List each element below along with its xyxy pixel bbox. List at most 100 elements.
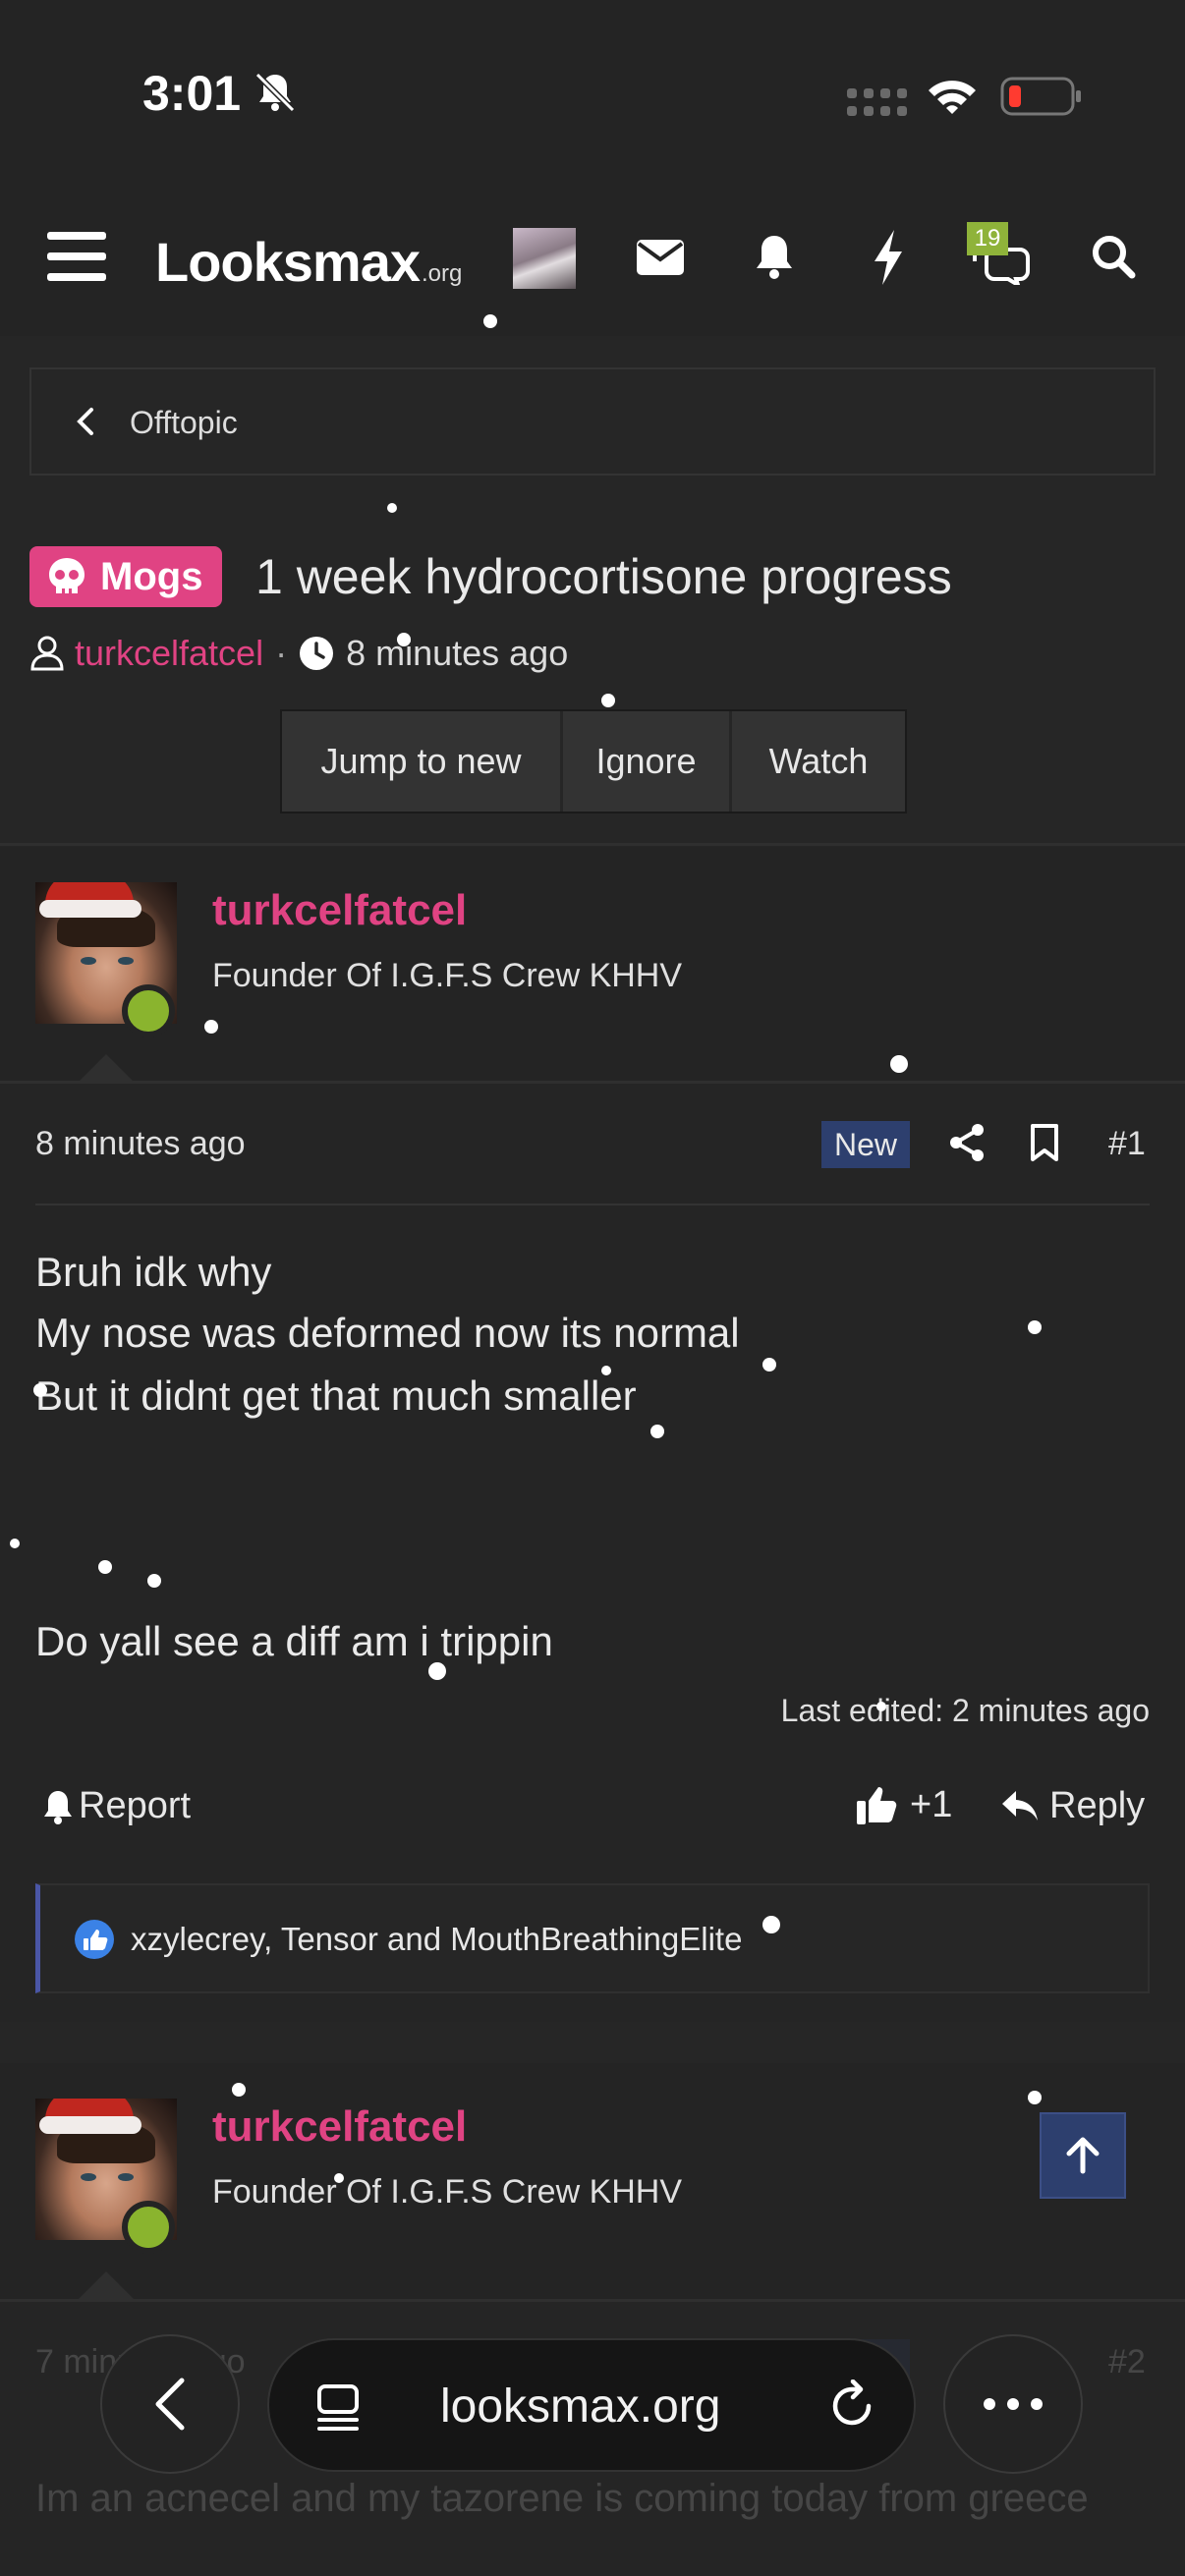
tabs-icon[interactable] xyxy=(314,2383,364,2433)
post-user-panel: turkcelfatcel Founder Of I.G.F.S Crew KH… xyxy=(0,847,1185,1081)
bell-icon[interactable] xyxy=(753,232,796,281)
bell-slash-icon xyxy=(254,72,296,113)
browser-back-button[interactable] xyxy=(100,2334,240,2474)
snow-particle xyxy=(762,1916,780,1933)
like-button[interactable]: +1 xyxy=(855,1783,952,1826)
snow-particle xyxy=(650,1425,664,1438)
chevron-left-icon xyxy=(155,2378,185,2431)
chevron-left-icon xyxy=(77,408,93,435)
snow-particle xyxy=(890,1055,908,1073)
post-user-panel: turkcelfatcel Founder Of I.G.F.S Crew KH… xyxy=(0,2063,1185,2299)
thread-meta: turkcelfatcel · 8 minutes ago xyxy=(29,629,568,678)
post-username[interactable]: turkcelfatcel xyxy=(212,2102,467,2152)
browser-more-button[interactable] xyxy=(943,2334,1083,2474)
ignore-button[interactable]: Ignore xyxy=(563,711,732,812)
breadcrumb-label: Offtopic xyxy=(130,405,238,440)
snow-particle xyxy=(33,1383,47,1397)
post-user-title: Founder Of I.G.F.S Crew KHHV xyxy=(212,957,683,994)
scroll-to-top-button[interactable] xyxy=(1040,2112,1126,2199)
conversations-badge: 19 xyxy=(967,222,1008,255)
meta-separator: · xyxy=(275,633,288,673)
reply-label: Reply xyxy=(1049,1785,1146,1826)
post-text-line: My nose was deformed now its normal xyxy=(35,1310,740,1356)
bolt-icon[interactable] xyxy=(871,230,906,285)
watch-button[interactable]: Watch xyxy=(732,711,905,812)
snow-particle xyxy=(147,1574,161,1588)
snow-particle xyxy=(204,1020,218,1034)
thread-prefix-label: Mogs xyxy=(100,554,203,598)
logo-tld: .org xyxy=(422,260,463,287)
online-status-dot xyxy=(122,2201,175,2254)
snow-particle xyxy=(232,2083,246,2097)
snow-particle xyxy=(483,314,497,328)
like-reaction-icon xyxy=(75,1920,114,1959)
snow-particle xyxy=(10,1539,20,1548)
snow-particle xyxy=(601,1366,611,1375)
reply-button[interactable]: Reply xyxy=(1000,1785,1145,1827)
url-text: looksmax.org xyxy=(440,2380,721,2433)
post-user-title: Founder Of I.G.F.S Crew KHHV xyxy=(212,2173,683,2211)
post-username[interactable]: turkcelfatcel xyxy=(212,886,467,935)
thumbs-up-icon xyxy=(857,1787,897,1824)
thread-title: 1 week hydrocortisone progress xyxy=(255,549,952,604)
clock-icon xyxy=(300,637,334,670)
panel-arrow xyxy=(79,2271,134,2299)
snow-particle xyxy=(1028,2091,1042,2104)
bookmark-icon[interactable] xyxy=(1028,1123,1061,1162)
envelope-icon[interactable] xyxy=(637,238,684,277)
post-date[interactable]: 8 minutes ago xyxy=(35,1125,246,1163)
status-time: 3:01 xyxy=(142,66,242,121)
menu-icon[interactable] xyxy=(47,230,106,283)
snow-particle xyxy=(762,1358,776,1372)
like-count: +1 xyxy=(910,1783,953,1825)
thread-actions: Jump to new Ignore Watch xyxy=(280,709,907,813)
panel-arrow xyxy=(79,1054,134,1082)
reload-icon[interactable] xyxy=(825,2380,878,2433)
cellular-signal-icon xyxy=(847,88,907,116)
snow-particle xyxy=(387,503,397,513)
thread-author-link[interactable]: turkcelfatcel xyxy=(75,633,263,674)
status-bar: 3:01 xyxy=(0,0,1185,187)
site-logo[interactable]: Looksmax.org xyxy=(155,230,462,294)
search-icon[interactable] xyxy=(1091,234,1136,279)
snow-particle xyxy=(601,694,615,707)
post-number[interactable]: #2 xyxy=(1108,2343,1146,2381)
thread-prefix-tag[interactable]: Mogs xyxy=(29,546,223,607)
more-dots-icon xyxy=(984,2398,1043,2410)
address-bar[interactable]: looksmax.org xyxy=(267,2338,916,2472)
logo-text: Looksmax xyxy=(155,231,421,293)
report-label: Report xyxy=(79,1785,192,1826)
user-icon xyxy=(30,636,64,671)
snow-particle xyxy=(1028,1320,1042,1334)
post-gap xyxy=(0,2022,1185,2063)
post-number[interactable]: #1 xyxy=(1108,1125,1146,1163)
jump-to-new-button[interactable]: Jump to new xyxy=(282,711,563,812)
breadcrumb[interactable]: Offtopic xyxy=(29,367,1156,476)
new-badge: New xyxy=(821,1121,910,1168)
report-button[interactable]: Report xyxy=(41,1785,191,1827)
top-navigation: Looksmax.org 19 xyxy=(0,187,1185,336)
reply-icon xyxy=(1002,1790,1038,1820)
reactions-text: xzylecrey, Tensor and MouthBreathingElit… xyxy=(131,1921,743,1957)
thread-time: 8 minutes ago xyxy=(346,633,569,673)
last-edited: Last edited: 2 minutes ago xyxy=(780,1693,1150,1728)
divider xyxy=(35,1204,1150,1205)
wifi-icon xyxy=(929,81,976,114)
snow-particle xyxy=(397,633,411,646)
snow-particle xyxy=(98,1560,112,1574)
snow-particle xyxy=(428,1662,446,1680)
online-status-dot xyxy=(122,984,175,1037)
arrow-up-icon xyxy=(1066,2137,1100,2174)
snow-particle xyxy=(334,2173,344,2183)
divider xyxy=(0,843,1185,846)
share-icon[interactable] xyxy=(947,1123,987,1162)
skull-icon xyxy=(49,558,85,593)
post-text-line: But it didnt get that much smaller xyxy=(35,1372,637,1419)
battery-low-icon xyxy=(1000,77,1081,116)
user-avatar-thumb[interactable] xyxy=(513,228,576,289)
post-body: 8 minutes ago New #1 Bruh idk why My nos… xyxy=(0,1081,1185,2059)
post-text-line: Bruh idk why xyxy=(35,1249,272,1295)
post-text: Im an acnecel and my tazorene is coming … xyxy=(35,2477,1089,2520)
reactions-bar[interactable]: xzylecrey, Tensor and MouthBreathingElit… xyxy=(35,1883,1150,1993)
bell-icon xyxy=(44,1790,72,1824)
